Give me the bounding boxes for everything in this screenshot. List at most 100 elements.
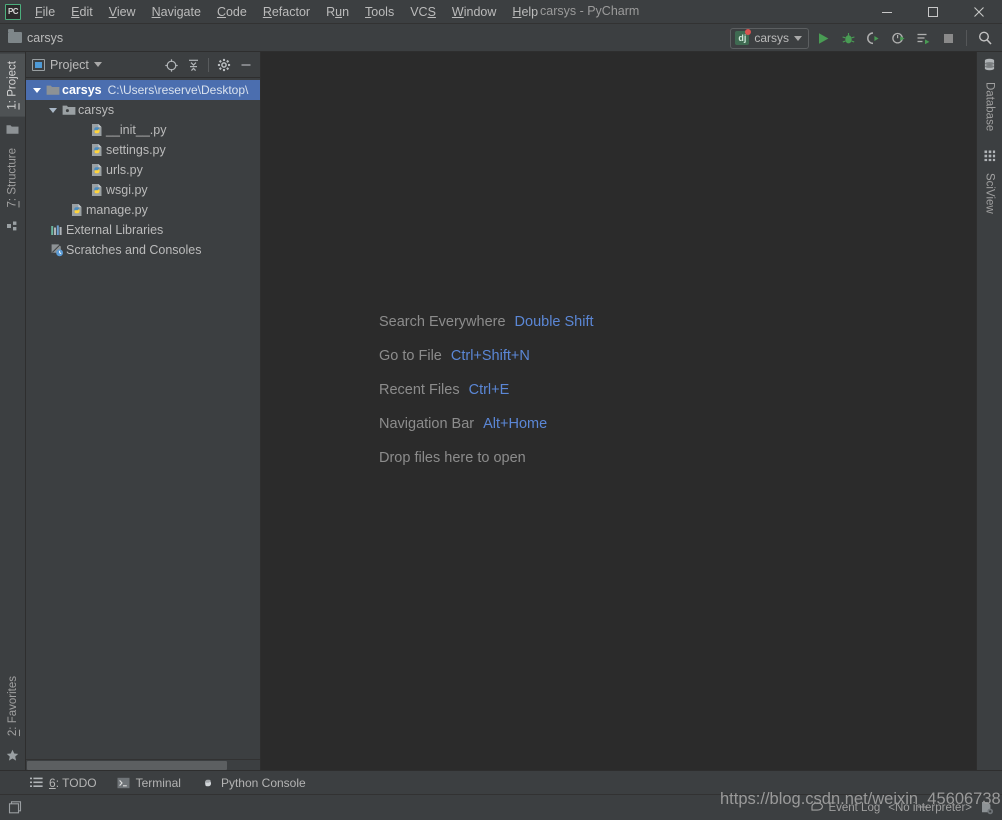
tip-navigation-bar: Navigation Bar Alt+Home xyxy=(379,416,594,432)
menu-item-file[interactable]: File xyxy=(27,3,63,21)
project-tool-window: Project carsys C:\Users\reserve\Desktop\… xyxy=(26,52,261,770)
python-console-icon xyxy=(204,779,211,786)
close-window-button[interactable] xyxy=(956,0,1002,24)
run-coverage-button[interactable] xyxy=(862,27,884,49)
interpreter-gear-icon[interactable] xyxy=(980,801,994,815)
interpreter-status[interactable]: <No interpreter> xyxy=(888,802,972,814)
sidebar-item-structure[interactable]: 7: Structure xyxy=(0,141,25,214)
debug-button[interactable] xyxy=(837,27,859,49)
sidebar-item-sciview[interactable]: SciView xyxy=(984,166,996,221)
maximize-window-button[interactable] xyxy=(910,0,956,24)
search-everywhere-button[interactable] xyxy=(974,27,996,49)
menu-item-refactor[interactable]: Refactor xyxy=(255,3,318,21)
window-title: carsys - PyCharm xyxy=(540,4,640,18)
run-console-icon xyxy=(917,33,929,44)
stop-button[interactable] xyxy=(937,27,959,49)
tree-row-project-root[interactable]: carsys C:\Users\reserve\Desktop\ xyxy=(26,80,260,100)
panel-divider xyxy=(208,58,209,72)
tree-row-scratches-consoles[interactable]: Scratches and Consoles xyxy=(26,240,260,260)
pycharm-window: PC File Edit View Navigate Code Refactor… xyxy=(0,0,1002,820)
profile-button[interactable] xyxy=(887,27,909,49)
project-tree[interactable]: carsys C:\Users\reserve\Desktop\ carsys xyxy=(26,78,260,759)
menu-item-tools[interactable]: Tools xyxy=(357,3,402,21)
todo-list-icon xyxy=(30,777,43,787)
tip-action-label: Go to File xyxy=(379,348,442,364)
navigation-bar: carsys dj carsys xyxy=(0,24,1002,52)
python-file-icon xyxy=(88,183,106,197)
tip-recent-files: Recent Files Ctrl+E xyxy=(379,382,594,398)
event-log-balloon-icon xyxy=(811,802,824,811)
run-configuration-selector[interactable]: dj carsys xyxy=(730,27,809,49)
layout-toggle-button[interactable] xyxy=(8,800,23,815)
terminal-icon xyxy=(117,777,130,788)
minimize-icon xyxy=(241,64,251,66)
event-log-button[interactable]: Event Log xyxy=(811,802,880,814)
scrollbar-thumb[interactable] xyxy=(27,760,227,770)
run-with-console-button[interactable] xyxy=(912,27,934,49)
external-libraries-icon xyxy=(48,224,66,237)
django-config-icon: dj xyxy=(735,29,752,45)
tree-row-manage-py[interactable]: manage.py xyxy=(26,200,260,220)
pycharm-logo-icon: PC xyxy=(5,3,21,20)
python-file-icon xyxy=(88,143,106,157)
bottom-tab-python-console[interactable]: Python Console xyxy=(201,776,306,790)
project-root-folder-icon xyxy=(44,84,62,96)
favorites-tab-label: 2: Favorites xyxy=(6,675,19,736)
expand-arrow-icon[interactable] xyxy=(46,107,60,113)
tree-label-wsgi-py: wsgi.py xyxy=(106,183,148,197)
bottom-tab-terminal[interactable]: Terminal xyxy=(117,776,181,790)
search-icon xyxy=(978,31,992,45)
gear-icon xyxy=(217,58,231,72)
tree-row-init-py[interactable]: __init__.py xyxy=(26,120,260,140)
run-button[interactable] xyxy=(812,27,834,49)
profile-icon xyxy=(891,32,905,44)
sidebar-item-project[interactable]: 1: Project xyxy=(0,54,25,117)
menu-item-navigate[interactable]: Navigate xyxy=(144,3,209,21)
project-panel-title[interactable]: Project xyxy=(32,58,102,72)
hide-panel-button[interactable] xyxy=(236,55,256,75)
run-configuration-name: carsys xyxy=(754,31,789,45)
tree-label-settings-py: settings.py xyxy=(106,143,166,157)
menu-item-view[interactable]: View xyxy=(101,3,144,21)
folder-icon xyxy=(6,124,19,134)
minimize-window-button[interactable] xyxy=(864,0,910,24)
toolbar-divider xyxy=(966,30,967,46)
python-file-icon xyxy=(68,203,86,217)
tree-row-external-libraries[interactable]: External Libraries xyxy=(26,220,260,240)
tip-shortcut-label: Double Shift xyxy=(514,314,594,330)
right-tool-strip: Database SciView xyxy=(976,52,1002,770)
maximize-icon xyxy=(928,7,938,17)
project-view-icon xyxy=(32,58,45,71)
database-tab-label: Database xyxy=(983,82,996,132)
sidebar-item-favorites[interactable]: 2: Favorites xyxy=(7,669,19,743)
menu-item-run[interactable]: Run xyxy=(318,3,357,21)
python-file-icon xyxy=(88,163,106,177)
bottom-tool-strip: 6: TODO Terminal Python Console xyxy=(0,770,1002,794)
tree-row-settings-py[interactable]: settings.py xyxy=(26,140,260,160)
tree-label-project-root: carsys xyxy=(62,83,102,97)
breadcrumb[interactable]: carsys xyxy=(8,29,63,45)
tree-row-carsys-package[interactable]: carsys xyxy=(26,100,260,120)
editor-empty-area[interactable]: Search Everywhere Double Shift Go to Fil… xyxy=(261,52,976,770)
bottom-tab-python-console-label: Python Console xyxy=(220,775,306,790)
tree-row-wsgi-py[interactable]: wsgi.py xyxy=(26,180,260,200)
project-settings-button[interactable] xyxy=(214,55,234,75)
sidebar-item-database[interactable]: Database xyxy=(984,75,996,138)
select-opened-file-button[interactable] xyxy=(161,55,181,75)
expand-arrow-icon[interactable] xyxy=(30,87,44,93)
collapse-all-button[interactable] xyxy=(183,55,203,75)
favorites-icon-wrap xyxy=(6,745,19,770)
tree-row-urls-py[interactable]: urls.py xyxy=(26,160,260,180)
menu-item-edit[interactable]: Edit xyxy=(63,3,101,21)
bottom-tab-todo[interactable]: 6: TODO xyxy=(30,776,97,790)
star-icon xyxy=(6,749,19,761)
database-icon xyxy=(984,58,995,71)
sciview-icon-wrap xyxy=(984,140,996,164)
menu-item-vcs[interactable]: VCS xyxy=(402,3,444,21)
menu-item-window[interactable]: Window xyxy=(444,3,504,21)
sciview-tab-label: SciView xyxy=(983,173,996,214)
project-panel-horizontal-scrollbar[interactable] xyxy=(26,759,260,770)
chevron-down-icon xyxy=(794,35,802,41)
menu-item-code[interactable]: Code xyxy=(209,3,255,21)
tree-label-init-py: __init__.py xyxy=(106,123,167,137)
